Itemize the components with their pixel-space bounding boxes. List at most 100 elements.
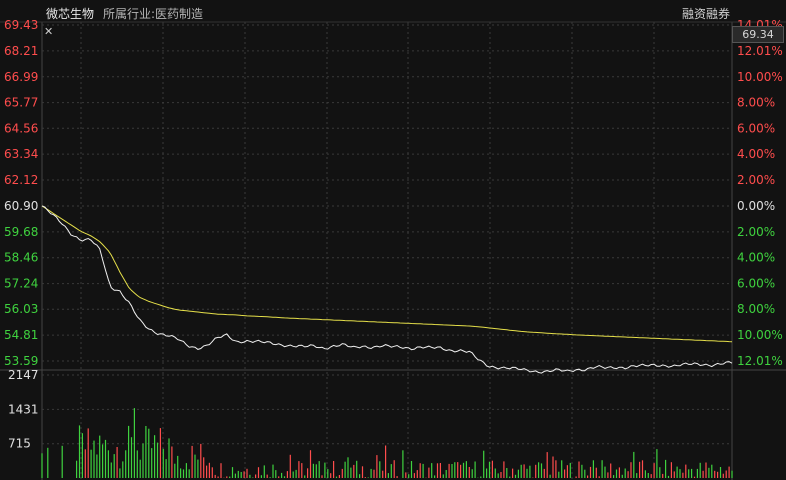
volume-bar [503, 461, 505, 478]
volume-bar [442, 474, 444, 478]
price-tick-label: 53.59 [4, 354, 38, 368]
volume-bar [191, 445, 193, 478]
volume-bar [229, 476, 231, 478]
price-axis: 69.43 68.21 66.99 65.77 64.56 63.34 62.12 60.90… [4, 18, 38, 368]
volume-bar [662, 473, 664, 478]
percent-tick-label: 6.00% [737, 277, 775, 291]
price-tick-label: 65.77 [4, 96, 38, 110]
price-line [41, 205, 733, 374]
volume-bar [520, 464, 522, 478]
volume-bar [509, 476, 511, 478]
price-tick-label: 62.12 [4, 173, 38, 187]
volume-bar [705, 462, 707, 478]
volume-bar [208, 462, 210, 478]
volume-bar [165, 459, 167, 478]
volume-bar [344, 461, 346, 478]
percent-tick-label: 10.00% [737, 328, 783, 342]
volume-bar [341, 468, 343, 478]
volume-bar [171, 446, 173, 478]
volume-bar [445, 470, 447, 478]
volume-bar [451, 464, 453, 478]
volume-bar [174, 463, 176, 478]
volume-bar [220, 463, 222, 478]
volume-bar [197, 459, 199, 478]
volume-bar [194, 454, 196, 478]
volume-bar [122, 461, 124, 478]
volume-bar [76, 460, 78, 478]
volume-bar [636, 473, 638, 478]
close-icon[interactable]: ✕ [44, 26, 53, 37]
volume-bar [512, 468, 514, 478]
volume-bar [679, 469, 681, 478]
volume-bar [549, 474, 551, 478]
percent-tick-label: 4.00% [737, 251, 775, 265]
volume-bar [99, 435, 101, 478]
volume-bar [113, 454, 115, 478]
intraday-chart[interactable]: 69.43 68.21 66.99 65.77 64.56 63.34 62.12 60.90… [0, 0, 786, 480]
volume-bar [286, 471, 288, 478]
volume-bar [731, 470, 733, 478]
volume-bar [581, 464, 583, 478]
price-tick-label: 64.56 [4, 121, 38, 135]
volume-bar [309, 450, 312, 478]
volume-bar [61, 445, 63, 478]
percent-tick-label: 8.00% [737, 302, 775, 316]
volume-bar [87, 428, 89, 478]
volume-bar [566, 465, 568, 478]
volume-bar [318, 461, 320, 478]
volume-bar [93, 440, 95, 478]
volume-bar [488, 461, 491, 478]
volume-bar [621, 474, 623, 478]
volume-bar [535, 464, 537, 478]
volume-bar [676, 466, 678, 478]
volume-bar [41, 453, 43, 478]
volume-bar [506, 468, 508, 478]
volume-bar [116, 447, 118, 478]
volume-bar [81, 433, 83, 478]
percent-tick-label: 8.00% [737, 96, 775, 110]
volume-bar [422, 463, 424, 478]
volume-bar [119, 468, 121, 478]
volume-bar [434, 475, 436, 478]
volume-bar [428, 467, 430, 478]
volume-bar [644, 470, 646, 478]
volume-bar [627, 471, 629, 478]
volume-bar [413, 473, 415, 478]
volume-bar [483, 450, 485, 478]
volume-bar [156, 442, 159, 478]
volume-bar [604, 466, 606, 478]
price-tick-label: 57.24 [4, 277, 38, 291]
volume-bar [439, 463, 441, 478]
volume-bar [330, 473, 332, 478]
volume-bar [130, 437, 133, 478]
volume-bar [670, 462, 672, 478]
volume-bar [78, 425, 81, 478]
volume-bar [364, 477, 366, 478]
volume-bar [410, 461, 413, 478]
volume-bar [517, 469, 519, 478]
volume-axis: 2147 1431 715 [8, 368, 39, 451]
volume-bar [133, 408, 135, 478]
volume-bar [102, 444, 104, 478]
volume-bar [618, 467, 620, 478]
volume-bar [90, 449, 92, 478]
volume-bar [480, 476, 482, 478]
volume-bar [243, 471, 245, 478]
volume-bar [272, 464, 274, 478]
volume-bar [211, 467, 213, 478]
volume-bar [665, 459, 667, 478]
percent-tick-label: 2.00% [737, 225, 775, 239]
volume-bar [289, 454, 291, 478]
volume-bar [249, 474, 251, 478]
volume-bar [529, 465, 531, 478]
volume-bar [514, 474, 517, 478]
volume-bar [359, 474, 361, 478]
volume-bar [584, 469, 586, 478]
volume-bar [154, 435, 156, 478]
percent-tick-label: 12.01% [737, 354, 783, 368]
volume-bar [468, 467, 470, 478]
volume-bar [540, 463, 543, 478]
volume-bar [402, 450, 404, 478]
volume-bar [350, 467, 352, 478]
volume-bar [393, 460, 395, 478]
